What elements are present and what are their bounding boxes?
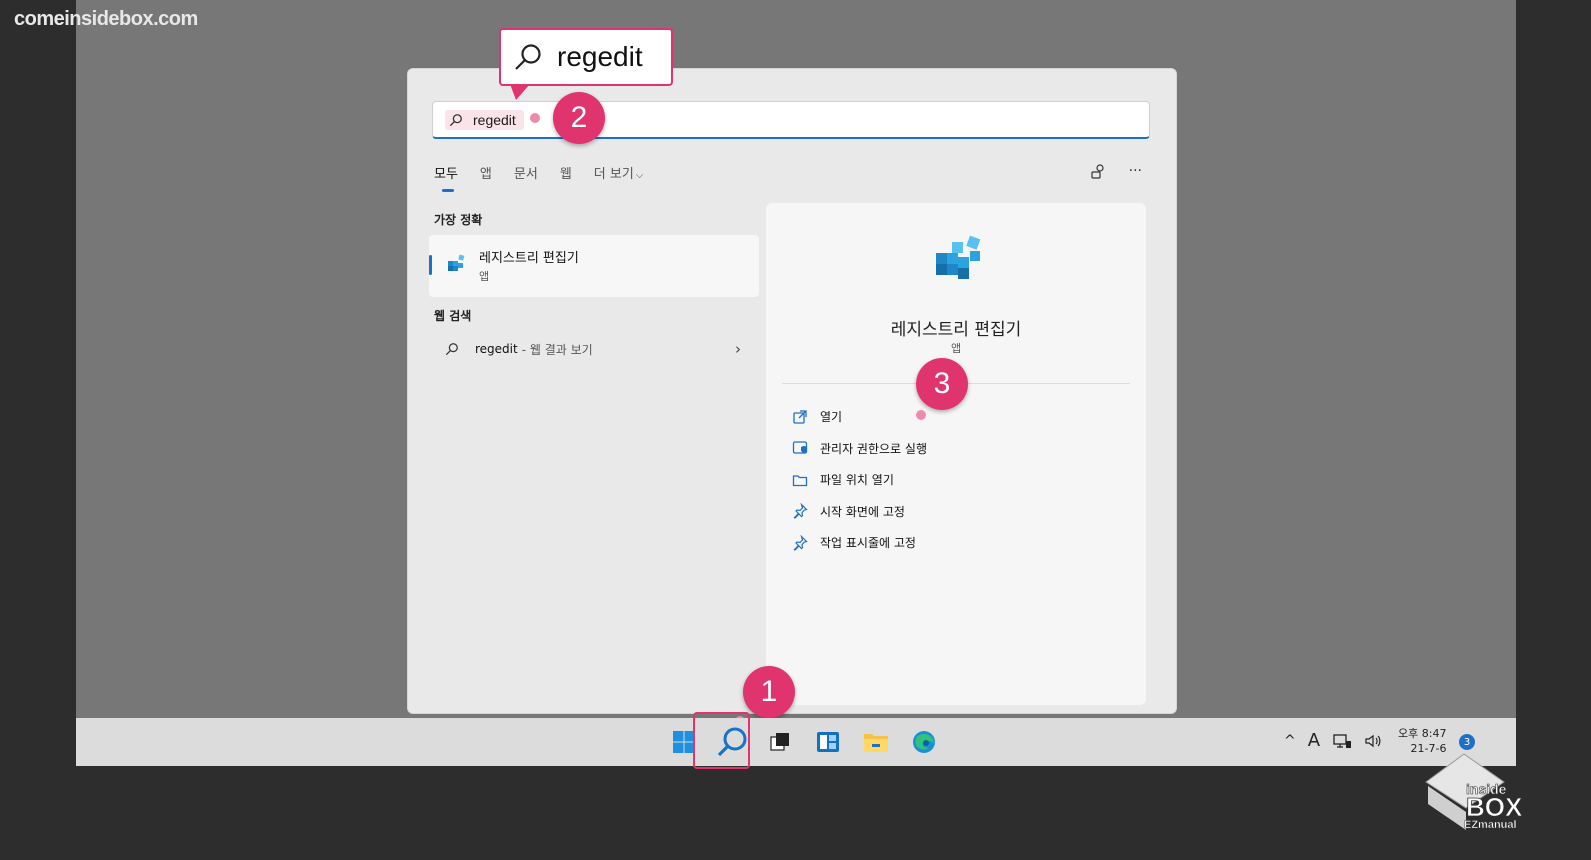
web-search-query: regedit bbox=[475, 342, 518, 356]
task-view-button[interactable] bbox=[761, 722, 799, 762]
folder-icon bbox=[792, 475, 808, 486]
file-explorer-button[interactable] bbox=[857, 722, 895, 762]
pin-icon bbox=[793, 534, 808, 551]
action-label: 파일 위치 열기 bbox=[820, 473, 894, 488]
web-search-heading: 웹 검색 bbox=[434, 309, 472, 323]
open-icon bbox=[793, 410, 807, 424]
search-query-highlight: regedit bbox=[445, 109, 524, 130]
filter-tabs: 모두 앱 문서 웹 더 보기 ⌵ bbox=[434, 163, 665, 192]
query-callout: regedit bbox=[499, 28, 673, 86]
edge-browser-button[interactable] bbox=[905, 722, 943, 762]
step-2-badge: 2 bbox=[553, 92, 605, 144]
action-run-as-admin[interactable]: 관리자 권한으로 실행 bbox=[792, 433, 927, 465]
chevron-right-icon: › bbox=[735, 340, 741, 358]
action-label: 작업 표시줄에 고정 bbox=[820, 536, 916, 551]
clock-time: 오후 8:47 bbox=[1398, 727, 1447, 740]
site-watermark: comeinsidebox.com bbox=[14, 8, 198, 30]
registry-editor-icon bbox=[936, 235, 981, 279]
action-list: 열기 관리자 권한으로 실행 파일 위치 열기 시작 화면에 고정 작업 표시줄… bbox=[792, 401, 927, 559]
more-options-button[interactable]: ··· bbox=[1129, 163, 1142, 181]
edge-icon bbox=[913, 731, 935, 753]
pin-icon bbox=[793, 503, 808, 520]
registry-editor-icon bbox=[448, 254, 465, 271]
tab-more[interactable]: 더 보기 ⌵ bbox=[594, 163, 644, 192]
step-1-badge: 1 bbox=[743, 666, 795, 718]
system-tray: ^ A bbox=[1284, 730, 1382, 751]
search-icon bbox=[515, 44, 541, 70]
search-icon bbox=[445, 343, 458, 356]
action-pin-to-start[interactable]: 시작 화면에 고정 bbox=[792, 496, 927, 528]
detail-type: 앱 bbox=[950, 342, 962, 355]
ime-indicator[interactable]: A bbox=[1308, 730, 1320, 751]
action-label: 열기 bbox=[820, 410, 843, 425]
search-input[interactable]: regedit bbox=[432, 101, 1150, 139]
step-3-pointer bbox=[916, 410, 926, 420]
widgets-icon bbox=[817, 732, 839, 752]
step-2-pointer bbox=[530, 113, 540, 123]
tab-more-label: 더 보기 bbox=[593, 167, 634, 182]
admin-shield-icon bbox=[792, 441, 808, 454]
search-query-text: regedit bbox=[473, 111, 516, 128]
taskbar-search-highlight bbox=[693, 712, 750, 769]
tray-overflow-chevron[interactable]: ^ bbox=[1284, 733, 1296, 749]
step-3-badge: 3 bbox=[916, 358, 968, 410]
detail-pane: 레지스트리 편집기 앱 열기 관리자 권한으로 실행 파일 위치 열기 시작 화… bbox=[766, 203, 1146, 705]
tab-documents[interactable]: 문서 bbox=[514, 163, 538, 192]
chevron-down-icon: ⌵ bbox=[635, 170, 644, 181]
widgets-button[interactable] bbox=[809, 722, 847, 762]
tab-web[interactable]: 웹 bbox=[560, 163, 572, 192]
logo-line2: BOX bbox=[1466, 792, 1523, 822]
search-panel: regedit 모두 앱 문서 웹 더 보기 ⌵ ··· 가장 정확 레지스트리 … bbox=[407, 68, 1177, 714]
tab-apps[interactable]: 앱 bbox=[480, 163, 492, 192]
web-search-hint: - 웹 결과 보기 bbox=[521, 342, 593, 357]
network-icon[interactable] bbox=[1332, 732, 1352, 750]
best-match-type: 앱 bbox=[479, 270, 490, 283]
action-open-file-location[interactable]: 파일 위치 열기 bbox=[792, 464, 927, 496]
account-switch-icon[interactable] bbox=[1089, 163, 1107, 181]
best-match-heading: 가장 정확 bbox=[434, 213, 483, 227]
selection-indicator bbox=[429, 255, 432, 275]
best-match-name: 레지스트리 편집기 bbox=[479, 251, 579, 266]
tab-all[interactable]: 모두 bbox=[434, 163, 458, 192]
action-open[interactable]: 열기 bbox=[792, 401, 927, 433]
action-label: 시작 화면에 고정 bbox=[820, 504, 905, 519]
volume-icon[interactable] bbox=[1364, 733, 1382, 749]
insidebox-logo: inside BOX EZmanual bbox=[1425, 753, 1523, 831]
callout-tail bbox=[510, 84, 530, 100]
logo-line3: EZmanual bbox=[1464, 819, 1517, 831]
search-icon bbox=[449, 113, 462, 126]
callout-query-text: regedit bbox=[557, 41, 643, 72]
action-pin-to-taskbar[interactable]: 작업 표시줄에 고정 bbox=[792, 527, 927, 559]
search-tools: ··· bbox=[1089, 163, 1142, 181]
web-search-result[interactable]: regedit - 웹 결과 보기 › bbox=[429, 334, 759, 364]
action-label: 관리자 권한으로 실행 bbox=[820, 441, 927, 456]
best-match-item[interactable]: 레지스트리 편집기 앱 bbox=[429, 235, 759, 297]
detail-title: 레지스트리 편집기 bbox=[890, 320, 1022, 340]
notification-badge[interactable]: 3 bbox=[1459, 734, 1475, 750]
folder-icon bbox=[864, 734, 888, 752]
task-view-icon bbox=[770, 733, 789, 751]
